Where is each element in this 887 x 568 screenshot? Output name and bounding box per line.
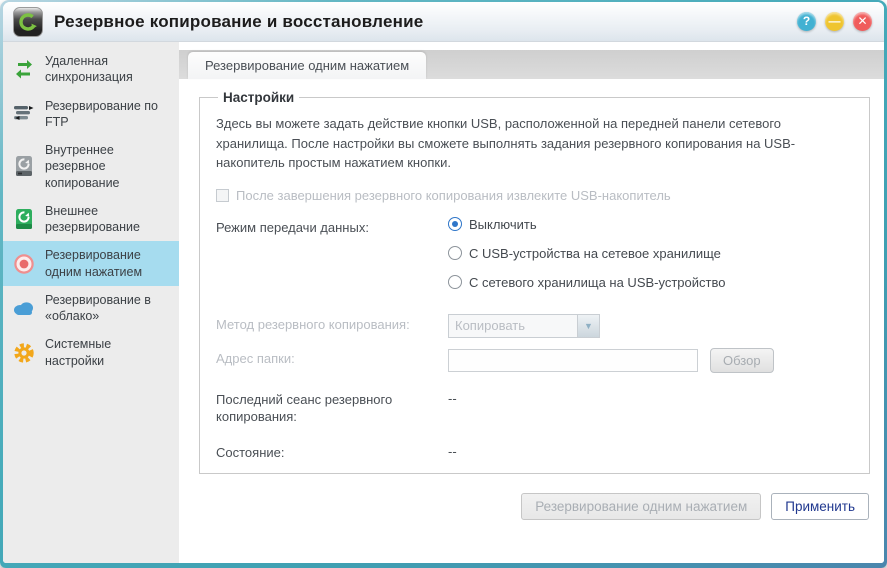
- main-content: Резервирование одним нажатием Настройки …: [179, 42, 884, 563]
- sidebar-item-remote-sync[interactable]: Удаленная синхронизация: [3, 47, 179, 92]
- window-title: Резервное копирование и восстановление: [54, 11, 424, 31]
- help-icon[interactable]: ?: [797, 12, 816, 31]
- body: Удаленная синхронизация Резервирование п…: [3, 42, 884, 563]
- window: Резервное копирование и восстановление ?…: [3, 2, 884, 563]
- internal-backup-drive-icon: [12, 155, 36, 177]
- radio-option-usb-to-nas[interactable]: С USB-устройства на сетевое хранилище: [448, 246, 855, 261]
- chevron-down-icon: ▼: [577, 314, 599, 337]
- radio-option-disable[interactable]: Выключить: [448, 217, 855, 232]
- sidebar-item-cloud-backup[interactable]: Резервирование в «облако»: [3, 286, 179, 331]
- radio-label: Выключить: [469, 216, 537, 232]
- eject-usb-checkbox-row: После завершения резервного копирования …: [216, 188, 855, 203]
- eject-usb-checkbox-label: После завершения резервного копирования …: [236, 187, 671, 203]
- radio-icon[interactable]: [448, 275, 462, 289]
- status-value: --: [448, 443, 457, 459]
- last-backup-value: --: [448, 390, 457, 406]
- settings-description: Здесь вы можете задать действие кнопки U…: [216, 116, 796, 170]
- sidebar-item-label: Резервирование одним нажатием: [45, 248, 143, 279]
- apply-button[interactable]: Применить: [771, 493, 869, 520]
- folder-path-input[interactable]: [448, 348, 698, 372]
- action-buttons: Резервирование одним нажатием Применить: [179, 474, 884, 520]
- backup-method-value: Копировать: [455, 318, 525, 333]
- sidebar-item-label: Внутреннее резервное копирование: [45, 143, 120, 190]
- sidebar: Удаленная синхронизация Резервирование п…: [3, 42, 179, 563]
- backup-app-icon: [13, 6, 43, 37]
- minimize-icon[interactable]: —: [825, 12, 844, 31]
- tab-one-touch-backup[interactable]: Резервирование одним нажатием: [188, 52, 427, 79]
- radio-label: С USB-устройства на сетевое хранилище: [469, 245, 721, 261]
- folder-path-row: Адрес папки: Обзор: [216, 347, 855, 373]
- backup-method-label: Метод резервного копирования:: [216, 316, 410, 332]
- last-backup-row: Последний сеанс резервного копирования: …: [216, 389, 855, 426]
- sidebar-item-one-touch-backup[interactable]: Резервирование одним нажатием: [3, 241, 179, 286]
- close-icon[interactable]: ✕: [853, 12, 872, 31]
- settings-legend: Настройки: [223, 90, 295, 105]
- backup-method-row: Метод резервного копирования: Копировать…: [216, 313, 855, 338]
- last-backup-label: Последний сеанс резервного копирования:: [216, 391, 393, 425]
- external-backup-drive-icon: [12, 208, 36, 230]
- status-label: Состояние:: [216, 444, 285, 460]
- window-frame: Резервное копирование и восстановление ?…: [0, 0, 887, 568]
- titlebar: Резервное копирование и восстановление ?…: [3, 2, 884, 42]
- gear-icon: [12, 342, 36, 364]
- radio-icon[interactable]: [448, 246, 462, 260]
- status-row: Состояние: --: [216, 442, 855, 462]
- sidebar-item-system-settings[interactable]: Системные настройки: [3, 330, 179, 375]
- radio-option-nas-to-usb[interactable]: С сетевого хранилища на USB-устройство: [448, 275, 855, 290]
- sidebar-item-label: Внешнее резервирование: [45, 203, 140, 234]
- ftp-server-icon: [12, 104, 36, 124]
- radio-label: С сетевого хранилища на USB-устройство: [469, 274, 726, 290]
- transfer-mode-label: Режим передачи данных:: [216, 219, 369, 235]
- eject-usb-checkbox[interactable]: [216, 188, 229, 202]
- backup-method-select[interactable]: Копировать ▼: [448, 313, 600, 338]
- tab-strip: Резервирование одним нажатием: [179, 50, 884, 79]
- transfer-mode-options: Выключить С USB-устройства на сетевое хр…: [448, 217, 855, 304]
- sidebar-item-external-backup[interactable]: Внешнее резервирование: [3, 197, 179, 242]
- sidebar-item-ftp-backup[interactable]: Резервирование по FTP: [3, 92, 179, 137]
- remote-sync-icon: [12, 59, 36, 79]
- transfer-mode-row: Режим передачи данных: Выключить С USB-у…: [216, 217, 855, 304]
- sidebar-item-label: Резервирование в «облако»: [45, 292, 151, 323]
- radio-icon[interactable]: [448, 217, 462, 231]
- sidebar-item-label: Системные настройки: [45, 337, 112, 368]
- browse-button[interactable]: Обзор: [710, 347, 774, 373]
- cloud-icon: [12, 299, 36, 317]
- one-touch-backup-button[interactable]: Резервирование одним нажатием: [521, 493, 762, 520]
- sidebar-item-internal-backup[interactable]: Внутреннее резервное копирование: [3, 136, 179, 197]
- sidebar-item-label: Резервирование по FTP: [45, 98, 158, 129]
- one-touch-button-icon: [12, 253, 36, 275]
- settings-group: Настройки Здесь вы можете задать действи…: [199, 90, 870, 474]
- folder-path-label: Адрес папки:: [216, 350, 295, 366]
- window-controls: ? — ✕: [797, 12, 872, 31]
- sidebar-item-label: Удаленная синхронизация: [45, 54, 133, 85]
